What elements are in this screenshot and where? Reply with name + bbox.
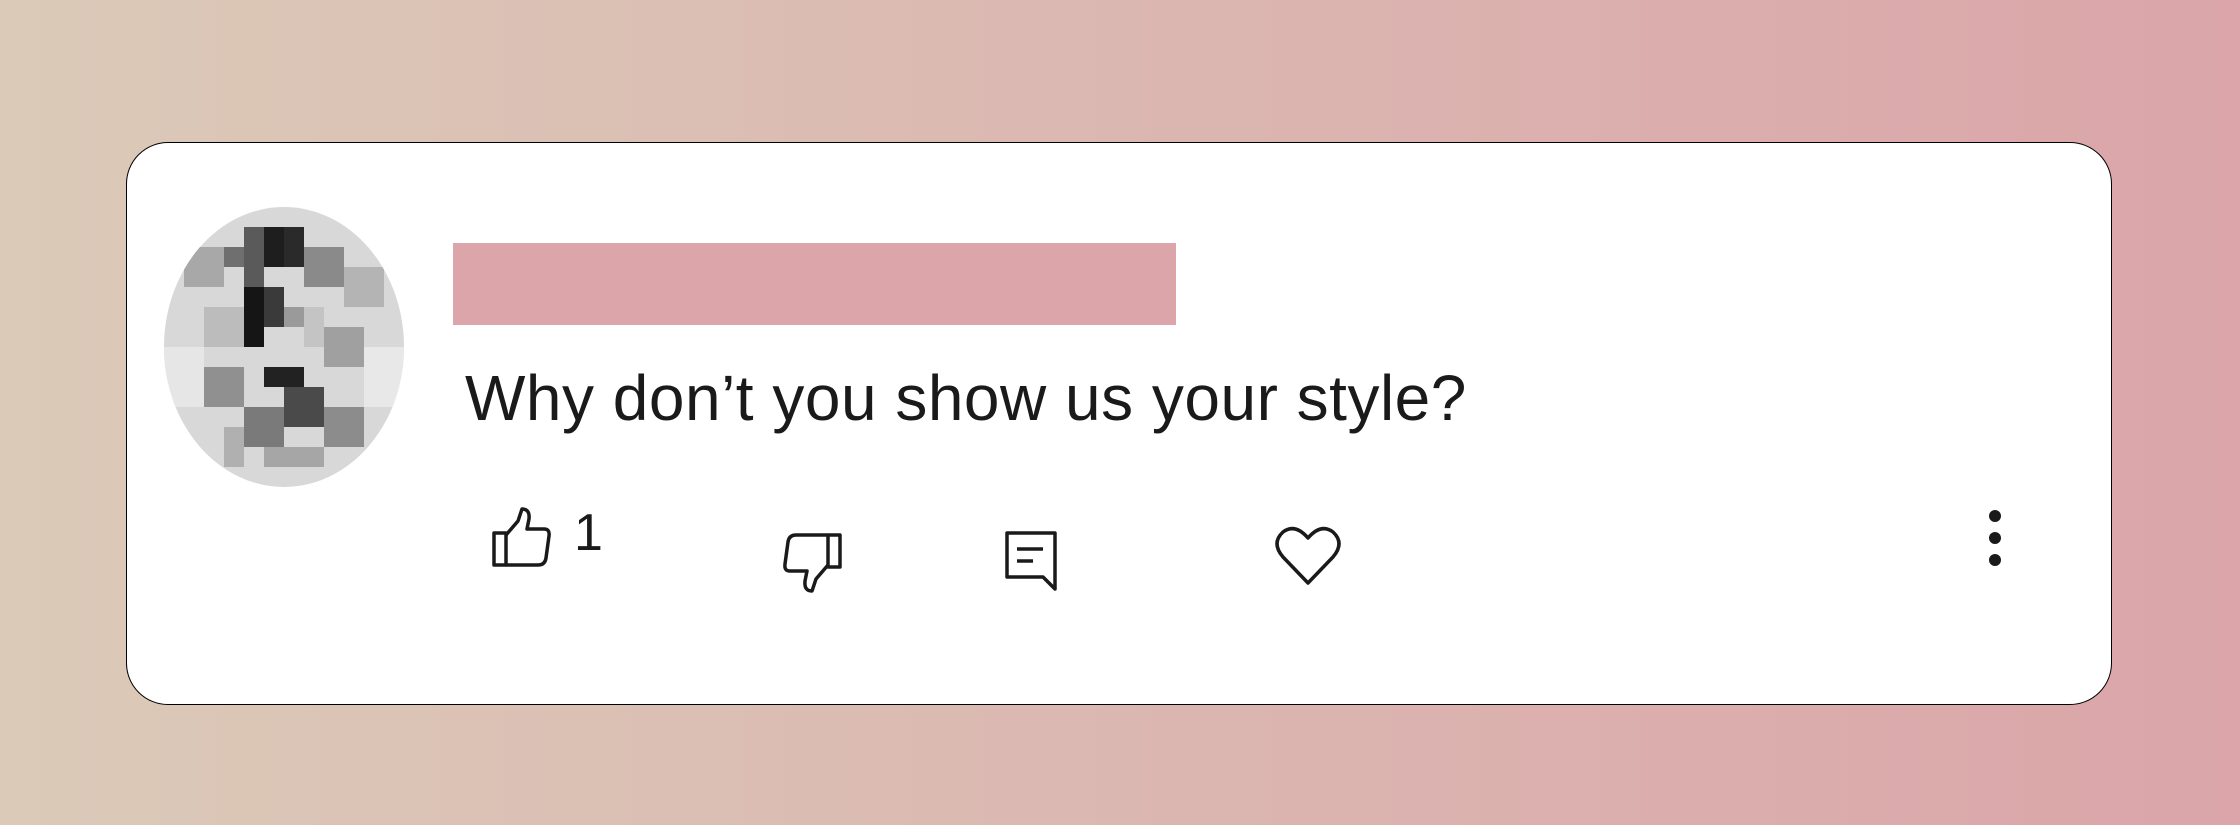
more-vertical-icon xyxy=(1987,509,2003,567)
avatar[interactable] xyxy=(164,207,404,487)
reply-comment-icon xyxy=(1005,531,1057,591)
heart-button[interactable] xyxy=(1275,525,1341,587)
pixelated-avatar-image xyxy=(164,207,404,487)
comment-card: Why don’t you show us your style? 1 xyxy=(126,142,2112,705)
heart-icon xyxy=(1275,525,1341,587)
thumbs-down-icon xyxy=(782,533,842,593)
author-name-redacted[interactable] xyxy=(453,243,1176,325)
like-count: 1 xyxy=(574,504,603,562)
dislike-button[interactable] xyxy=(782,533,842,593)
comment-text: Why don’t you show us your style? xyxy=(465,362,1467,434)
more-options-button[interactable] xyxy=(1987,509,2003,567)
like-button[interactable]: 1 xyxy=(492,504,603,569)
reply-button[interactable] xyxy=(1005,531,1057,591)
thumbs-up-icon xyxy=(492,507,552,569)
